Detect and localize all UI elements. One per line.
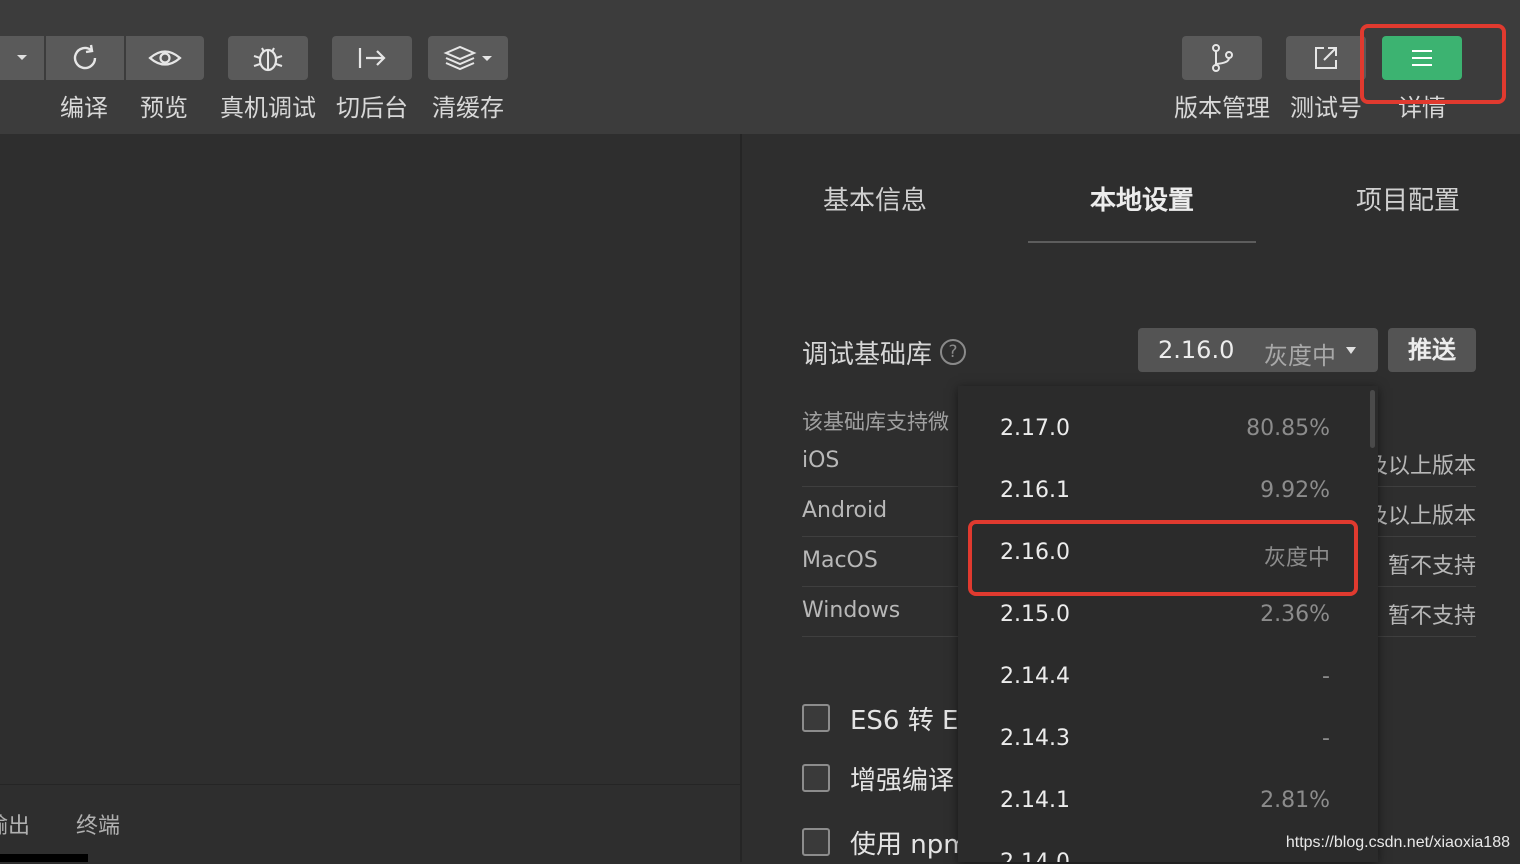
enhanced-compile-checkbox[interactable] xyxy=(802,764,830,792)
remote-debug-button[interactable] xyxy=(228,36,308,80)
dropdown-scrollbar[interactable] xyxy=(1370,390,1375,448)
branch-icon xyxy=(1212,44,1233,72)
option-version: 2.14.1 xyxy=(1000,788,1070,813)
npm-checkbox[interactable] xyxy=(802,828,830,856)
platform-name: iOS xyxy=(802,448,840,473)
test-id-label: 测试号 xyxy=(1290,94,1362,122)
mode-dropdown-button[interactable] xyxy=(0,36,44,80)
version-dropdown-menu: 2.17.0 80.85% 2.16.1 9.92% 2.16.0 灰度中 2.… xyxy=(958,386,1378,862)
platform-value: 暂不支持 xyxy=(1387,554,1476,579)
active-tab-underline xyxy=(1028,241,1256,243)
platform-value: 及以上版本 xyxy=(1365,504,1476,529)
test-id-button[interactable] xyxy=(1286,36,1366,80)
option-share: 2.36% xyxy=(1260,602,1330,627)
compile-button[interactable] xyxy=(46,36,124,80)
version-option[interactable]: 2.14.3 - xyxy=(958,710,1378,772)
selected-version: 2.16.0 xyxy=(1158,336,1235,364)
npm-label: 使用 npm xyxy=(850,830,969,860)
selected-status: 灰度中 xyxy=(1264,342,1336,370)
option-share: 9.92% xyxy=(1260,478,1330,503)
bug-icon xyxy=(253,47,283,72)
es6-label: ES6 转 ES xyxy=(850,706,975,736)
version-select[interactable]: 2.16.0 灰度中 xyxy=(1138,328,1378,372)
platform-name: MacOS xyxy=(802,548,878,573)
option-version: 2.15.0 xyxy=(1000,602,1070,627)
watermark-text: https://blog.csdn.net/xiaoxia188 xyxy=(1285,834,1510,851)
option-version: 2.17.0 xyxy=(1000,416,1070,441)
version-option[interactable]: 2.14.1 2.81% xyxy=(958,772,1378,834)
version-mgmt-label: 版本管理 xyxy=(1174,94,1270,122)
platform-value: 暂不支持 xyxy=(1387,604,1476,629)
compile-label: 编译 xyxy=(60,94,108,122)
caret-down-icon xyxy=(1346,347,1356,354)
tab-basic-info[interactable]: 基本信息 xyxy=(823,180,927,217)
switch-background-button[interactable] xyxy=(332,36,412,80)
platform-name: Android xyxy=(802,498,888,523)
layers-icon xyxy=(443,45,492,71)
toolbar: 编译 预览 真机调试 切后台 清缓存 版本管理 测试号 详情 xyxy=(0,0,1520,134)
platform-value: 及以上版本 xyxy=(1365,454,1476,479)
clear-cache-button[interactable] xyxy=(428,36,508,80)
option-version: 2.14.0 xyxy=(1000,850,1070,862)
tab-project-config[interactable]: 项目配置 xyxy=(1356,180,1460,217)
preview-label: 预览 xyxy=(140,94,188,122)
option-version: 2.14.3 xyxy=(1000,726,1070,751)
preview-button[interactable] xyxy=(126,36,204,80)
version-option[interactable]: 2.17.0 80.85% xyxy=(958,400,1378,462)
version-option[interactable]: 2.16.1 9.92% xyxy=(958,462,1378,524)
tab-output[interactable]: 输出 xyxy=(0,808,30,840)
selected-option-highlight-box xyxy=(968,520,1358,596)
option-share: 2.81% xyxy=(1260,788,1330,813)
external-link-icon xyxy=(1315,47,1337,69)
option-share: 80.85% xyxy=(1246,416,1330,441)
version-mgmt-button[interactable] xyxy=(1182,36,1262,80)
switch-out-icon xyxy=(358,48,386,68)
simulator-panel xyxy=(0,134,740,862)
bottom-divider xyxy=(0,784,740,785)
clear-cache-label: 清缓存 xyxy=(432,94,504,122)
push-button[interactable]: 推送 xyxy=(1388,328,1476,372)
tab-terminal[interactable]: 终端 xyxy=(76,808,120,840)
background-label: 切后台 xyxy=(336,94,408,122)
remote-debug-label: 真机调试 xyxy=(220,94,316,122)
chevron-down-icon xyxy=(17,55,27,60)
enhanced-compile-label: 增强编译 xyxy=(850,766,955,796)
option-version: 2.16.1 xyxy=(1000,478,1070,503)
eye-icon xyxy=(148,50,182,66)
option-version: 2.14.4 xyxy=(1000,664,1070,689)
help-icon[interactable]: ? xyxy=(940,339,966,365)
version-option[interactable]: 2.14.4 - xyxy=(958,648,1378,710)
details-highlight-box xyxy=(1360,24,1506,104)
debug-lib-label: 调试基础库 xyxy=(802,340,933,370)
refresh-icon xyxy=(73,44,97,70)
option-share: - xyxy=(1322,726,1330,751)
active-tab-indicator xyxy=(0,854,88,862)
tab-local-settings[interactable]: 本地设置 xyxy=(1090,180,1194,217)
platform-name: Windows xyxy=(802,598,901,623)
support-description: 该基础库支持微 xyxy=(802,410,949,434)
option-share: - xyxy=(1322,664,1330,689)
es6-checkbox[interactable] xyxy=(802,704,830,732)
